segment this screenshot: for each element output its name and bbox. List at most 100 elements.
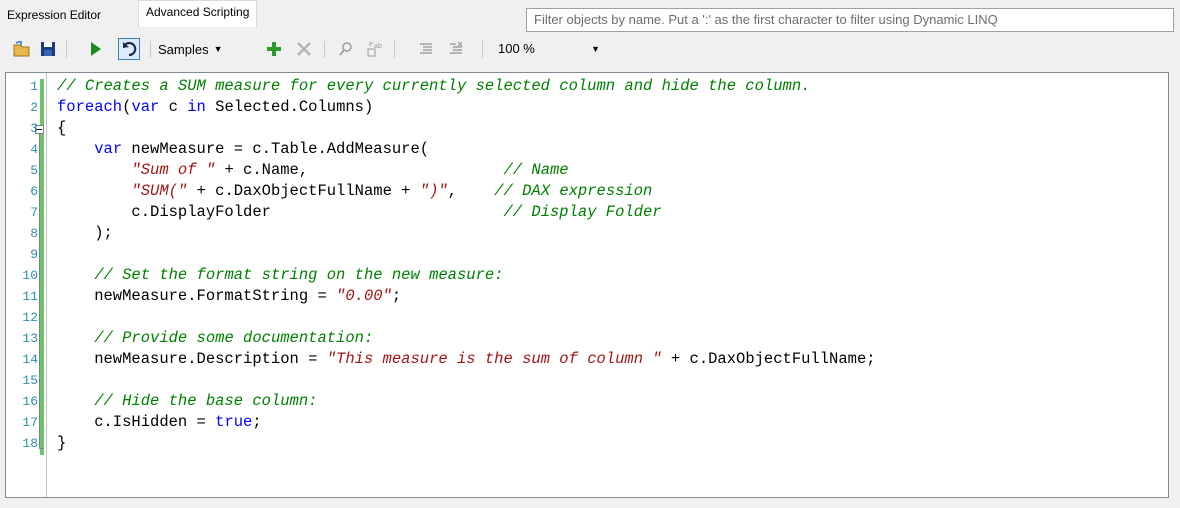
open-folder-icon[interactable] bbox=[12, 38, 32, 60]
code-line: "SUM(" + c.DaxObjectFullName + ")", // D… bbox=[57, 181, 652, 202]
code-token: Selected.Columns) bbox=[205, 98, 374, 116]
line-number: 2 bbox=[30, 100, 38, 115]
line-number: 8 bbox=[30, 226, 38, 241]
code-token: { bbox=[57, 119, 67, 137]
code-editor[interactable]: 1 2 3 4 5 6 7 8 9 10 11 12 13 14 15 16 17 18 // Creates a… bbox=[5, 72, 1169, 498]
code-line: { bbox=[57, 118, 66, 139]
line-number: 6 bbox=[30, 184, 38, 199]
line-number: 17 bbox=[22, 415, 38, 430]
line-number: 12 bbox=[22, 310, 38, 325]
zoom-select[interactable]: 100 % ▼ bbox=[494, 38, 606, 60]
tab-advanced-scripting[interactable]: Advanced Scripting bbox=[138, 0, 258, 27]
code-token: "Sum of " bbox=[131, 161, 216, 179]
code-token: ; bbox=[391, 287, 402, 305]
line-number: 13 bbox=[22, 331, 38, 346]
undo-icon[interactable] bbox=[118, 38, 140, 60]
line-number: 15 bbox=[22, 373, 38, 388]
tab-expression-editor[interactable]: Expression Editor bbox=[2, 5, 107, 25]
delete-icon[interactable] bbox=[294, 38, 314, 60]
code-token: newMeasure.FormatString = bbox=[57, 287, 337, 305]
code-token: ); bbox=[57, 224, 113, 242]
code-line: // Set the format string on the new meas… bbox=[57, 265, 504, 286]
line-number: 11 bbox=[22, 289, 38, 304]
code-token: + c.Name, bbox=[215, 161, 504, 179]
fold-guide bbox=[39, 134, 40, 449]
code-token: // Name bbox=[503, 161, 569, 179]
chevron-down-icon: ▼ bbox=[591, 44, 600, 54]
code-token: } bbox=[57, 434, 67, 452]
comment-icon[interactable] bbox=[416, 38, 436, 60]
code-token: // Display Folder bbox=[503, 203, 662, 221]
code-line: c.DisplayFolder // Display Folder bbox=[57, 202, 662, 223]
toolbar-separator bbox=[66, 41, 67, 58]
code-token: // Provide some documentation: bbox=[94, 329, 374, 347]
line-number: 7 bbox=[30, 205, 38, 220]
fold-guide-end bbox=[39, 448, 44, 449]
change-marker-bar bbox=[40, 79, 44, 455]
code-token: c bbox=[159, 98, 188, 116]
toolbar-separator bbox=[150, 41, 151, 58]
replace-icon[interactable]: ab bbox=[364, 38, 384, 60]
code-token: "0.00" bbox=[336, 287, 392, 305]
code-token: // DAX expression bbox=[494, 182, 653, 200]
code-token: var bbox=[131, 98, 160, 116]
code-token: newMeasure = c.Table.AddMeasure( bbox=[122, 140, 430, 158]
uncomment-icon[interactable] bbox=[446, 38, 466, 60]
zoom-value: 100 % bbox=[498, 41, 535, 56]
find-icon[interactable] bbox=[336, 38, 356, 60]
code-token: + c.DaxObjectFullName + bbox=[187, 182, 420, 200]
add-icon[interactable] bbox=[264, 38, 284, 60]
toolbar-separator bbox=[394, 41, 395, 58]
code-line: foreach(var c in Selected.Columns) bbox=[57, 97, 373, 118]
line-number: 4 bbox=[30, 142, 38, 157]
line-number: 16 bbox=[22, 394, 38, 409]
code-token: c.IsHidden = bbox=[57, 413, 216, 431]
code-token: foreach bbox=[57, 98, 123, 116]
line-number-gutter: 1 2 3 4 5 6 7 8 9 10 11 12 13 14 15 16 17 18 bbox=[6, 73, 47, 497]
line-number: 9 bbox=[30, 247, 38, 262]
code-line: // Creates a SUM measure for every curre… bbox=[57, 76, 810, 97]
code-token: "SUM(" bbox=[131, 182, 188, 200]
line-number: 1 bbox=[30, 79, 38, 94]
line-number: 10 bbox=[22, 268, 38, 283]
code-token: newMeasure.Description = bbox=[57, 350, 327, 368]
code-token: c.DisplayFolder bbox=[57, 203, 504, 221]
run-icon[interactable] bbox=[86, 38, 106, 60]
code-token: ; bbox=[252, 413, 262, 431]
svg-text:ab: ab bbox=[374, 43, 382, 50]
code-line: "Sum of " + c.Name, // Name bbox=[57, 160, 569, 181]
line-number: 5 bbox=[30, 163, 38, 178]
code-line: } bbox=[57, 433, 66, 454]
code-line: // Hide the base column: bbox=[57, 391, 317, 412]
code-token: // Set the format string on the new meas… bbox=[94, 266, 504, 284]
code-token: + c.DaxObjectFullName; bbox=[661, 350, 876, 368]
code-line: ); bbox=[57, 223, 113, 244]
line-number: 14 bbox=[22, 352, 38, 367]
samples-label: Samples bbox=[158, 41, 209, 57]
code-token: ")" bbox=[419, 182, 448, 200]
line-number: 18 bbox=[22, 436, 38, 451]
code-line: c.IsHidden = true; bbox=[57, 412, 262, 433]
toolbar-separator bbox=[482, 41, 483, 58]
code-token: // Hide the base column: bbox=[94, 392, 318, 410]
script-toolbar: Samples ▼ ab 100 % ▼ bbox=[0, 32, 1180, 66]
filter-input[interactable]: Filter objects by name. Put a ':' as the… bbox=[526, 8, 1174, 32]
samples-dropdown[interactable]: Samples ▼ bbox=[158, 38, 254, 60]
code-line: newMeasure.FormatString = "0.00"; bbox=[57, 286, 401, 307]
code-line: // Provide some documentation: bbox=[57, 328, 373, 349]
code-token: true bbox=[215, 413, 253, 431]
tab-strip: Expression Editor Advanced Scripting Fil… bbox=[0, 0, 1180, 32]
save-icon[interactable] bbox=[38, 38, 58, 60]
code-line: newMeasure.Description = "This measure i… bbox=[57, 349, 876, 370]
code-token: in bbox=[187, 98, 206, 116]
line-number: 3 bbox=[30, 121, 38, 136]
code-token: "This measure is the sum of column " bbox=[326, 350, 662, 368]
code-token: , bbox=[447, 182, 495, 200]
code-token: var bbox=[94, 140, 123, 158]
